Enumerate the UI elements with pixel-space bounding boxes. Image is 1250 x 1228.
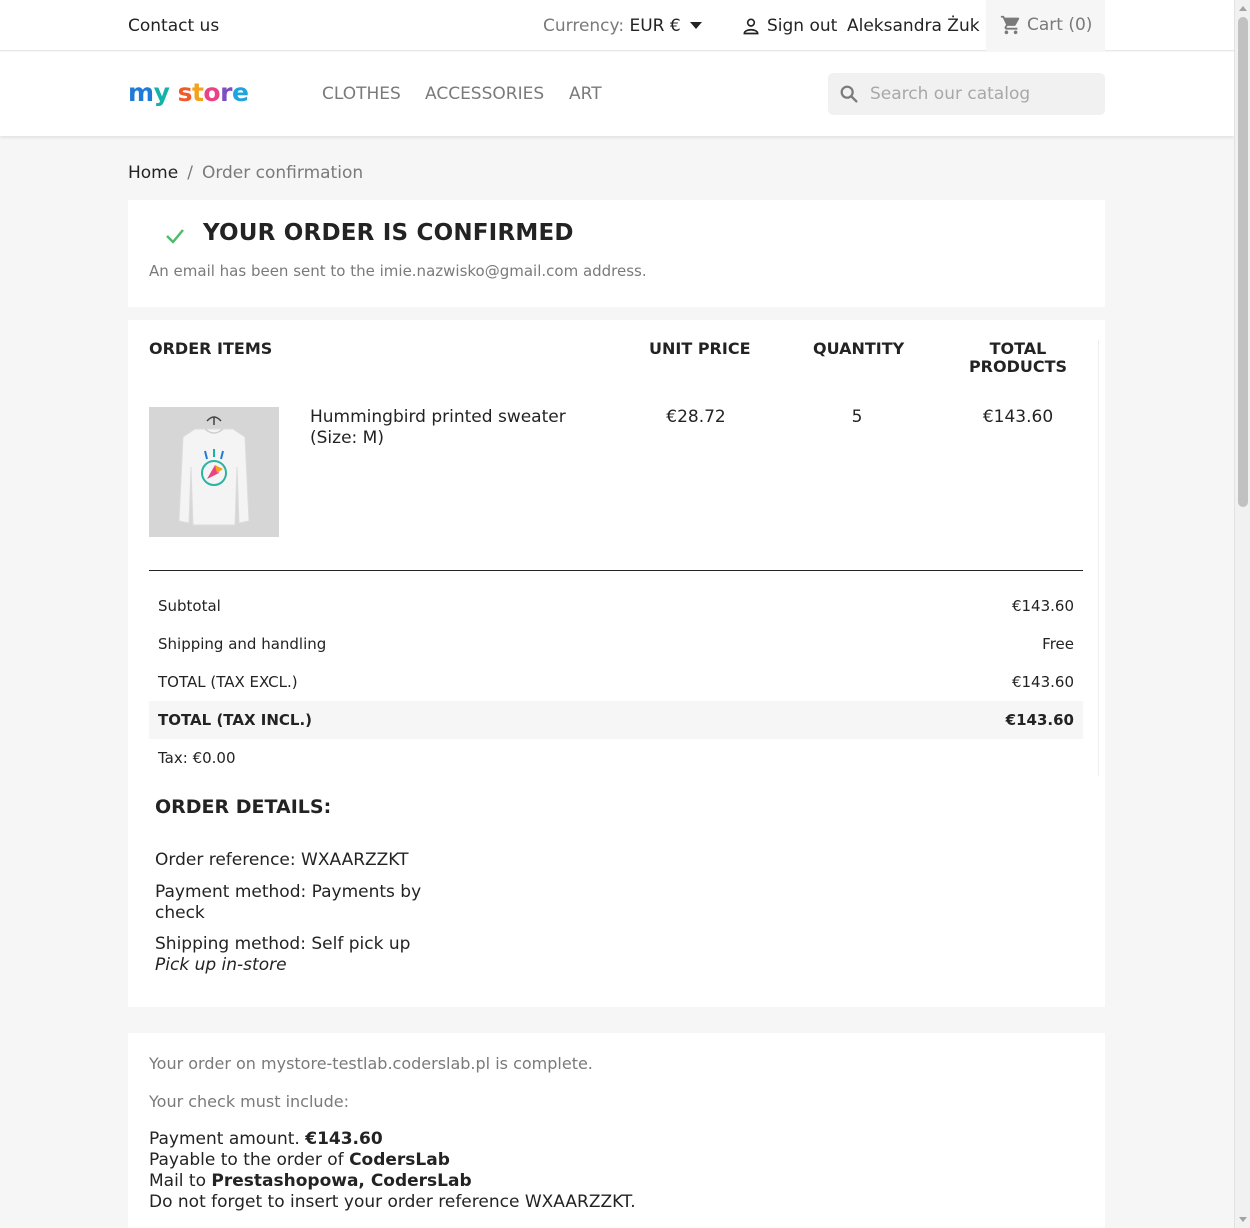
breadcrumb-current: Order confirmation (201, 163, 364, 183)
breadcrumb: Home / Order confirmation (128, 163, 363, 183)
header-total-line2: PRODUCTS (968, 357, 1068, 376)
payable-label: Payable to the order of (149, 1150, 344, 1170)
search-input[interactable] (870, 73, 1095, 115)
tax-value: Tax: €0.00 (158, 749, 236, 767)
check-icon (166, 229, 184, 244)
scroll-up-arrow-icon[interactable] (1239, 6, 1247, 11)
page-scrollbar[interactable] (1234, 0, 1250, 1228)
confirmation-message: An email has been sent to the imie.nazwi… (149, 262, 647, 280)
order-details-title: ORDER DETAILS: (155, 796, 332, 818)
shipping-row: Shipping and handling Free (149, 625, 1083, 663)
order-complete-text: Your order on mystore-testlab.coderslab.… (149, 1054, 593, 1073)
shipping-value: Free (1042, 635, 1074, 653)
account-name-link[interactable]: Aleksandra Żuk (847, 16, 980, 36)
search-icon[interactable] (838, 83, 860, 105)
payment-instructions: Payment amount. €143.60 Payable to the o… (149, 1129, 636, 1213)
shopping-cart-icon (1000, 15, 1020, 35)
search-box (828, 73, 1105, 115)
top-bar: Contact us Currency: EUR € Sign out Alek… (0, 0, 1234, 51)
payable-line: Payable to the order of CodersLab (149, 1150, 636, 1171)
check-include-text: Your check must include: (149, 1092, 349, 1111)
shipping-method-text: Shipping method: Self pick up (155, 934, 411, 954)
table-vertical-rule (1098, 340, 1099, 776)
shipping-method: Shipping method: Self pick up Pick up in… (155, 934, 425, 976)
currency-value: EUR € (629, 16, 681, 36)
order-items-card: ORDER ITEMS UNIT PRICE QUANTITY TOTAL PR… (128, 320, 1105, 1007)
header-total-products: TOTAL PRODUCTS (966, 340, 1070, 376)
product-name-link[interactable]: Hummingbird printed sweater (Size: M) (310, 407, 610, 449)
payable-value: CodersLab (349, 1150, 450, 1170)
header-total-line1: TOTAL (989, 339, 1047, 358)
scrollbar-thumb[interactable] (1238, 17, 1248, 507)
order-reference: Order reference: WXAARZZKT (155, 850, 409, 870)
nav-art[interactable]: ART (569, 84, 602, 104)
sign-out-link[interactable]: Sign out (767, 16, 837, 36)
currency-label: Currency: (543, 16, 625, 36)
cart-button[interactable]: Cart (0) (986, 0, 1105, 51)
cart-label: Cart (0) (1027, 15, 1093, 35)
total-tax-excl-row: TOTAL (TAX EXCL.) €143.60 (149, 663, 1083, 701)
table-divider (149, 570, 1083, 571)
subtotal-value: €143.60 (1011, 597, 1074, 615)
line-total-value: €143.60 (982, 407, 1054, 427)
caret-down-icon (690, 22, 703, 29)
store-logo[interactable]: my store (128, 78, 249, 107)
total-tax-incl-row: TOTAL (TAX INCL.) €143.60 (149, 701, 1083, 739)
mail-to-line: Mail to Prestashopowa, CodersLab (149, 1171, 636, 1192)
subtotal-row: Subtotal €143.60 (149, 587, 1083, 625)
user-icon (743, 18, 759, 35)
shipping-label: Shipping and handling (158, 635, 327, 653)
quantity-value: 5 (851, 407, 863, 427)
scroll-down-arrow-icon[interactable] (1239, 1217, 1247, 1222)
currency-selector[interactable]: Currency: EUR € (543, 16, 703, 36)
nav-accessories[interactable]: ACCESSORIES (425, 84, 544, 104)
reference-note: Do not forget to insert your order refer… (149, 1192, 636, 1212)
mail-to-label: Mail to (149, 1171, 207, 1191)
breadcrumb-separator: / (187, 163, 193, 183)
tax-row: Tax: €0.00 (149, 739, 1083, 777)
total-tax-excl-value: €143.60 (1011, 673, 1074, 691)
total-tax-excl-label: TOTAL (TAX EXCL.) (158, 673, 298, 691)
subtotal-label: Subtotal (158, 597, 221, 615)
product-image[interactable] (149, 407, 279, 537)
confirmation-title: YOUR ORDER IS CONFIRMED (203, 220, 574, 246)
header-order-items: ORDER ITEMS (149, 339, 273, 358)
total-tax-incl-value: €143.60 (1005, 711, 1074, 729)
header-quantity: QUANTITY (813, 339, 905, 358)
payment-amount-label: Payment amount. (149, 1129, 300, 1149)
mail-to-value: Prestashopowa, CodersLab (211, 1171, 472, 1191)
breadcrumb-home-link[interactable]: Home (128, 163, 178, 183)
payment-info-card: Your order on mystore-testlab.coderslab.… (128, 1033, 1105, 1228)
payment-method: Payment method: Payments by check (155, 882, 422, 923)
total-tax-incl-label: TOTAL (TAX INCL.) (158, 711, 313, 729)
order-confirmed-card: YOUR ORDER IS CONFIRMED An email has bee… (128, 200, 1105, 307)
header-unit-price: UNIT PRICE (649, 339, 751, 358)
payment-amount-line: Payment amount. €143.60 (149, 1129, 636, 1150)
sweater-image-icon (149, 407, 279, 537)
contact-us-link[interactable]: Contact us (128, 16, 219, 36)
payment-amount-value: €143.60 (305, 1129, 383, 1149)
unit-price-value: €28.72 (666, 407, 726, 427)
shipping-method-note: Pick up in-store (155, 955, 287, 975)
nav-clothes[interactable]: CLOTHES (322, 84, 401, 104)
